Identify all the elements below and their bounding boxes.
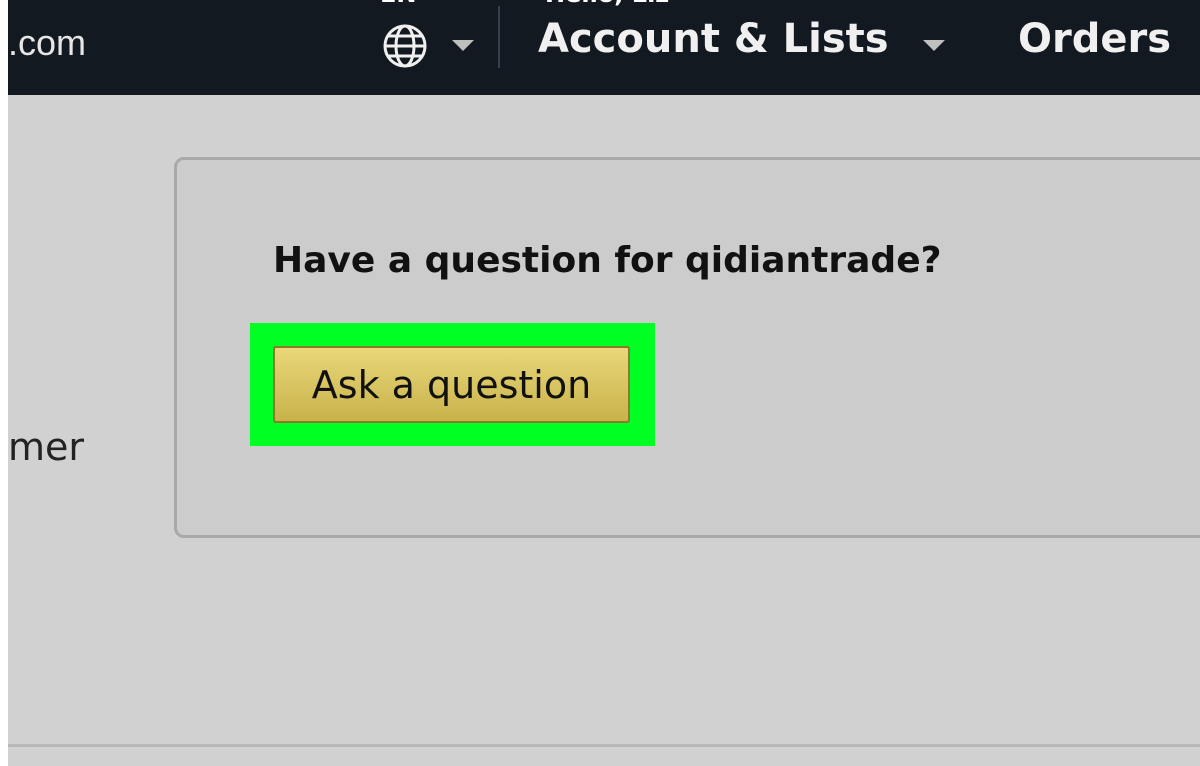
page: EN Hello, Liz .com Account & Lists Order…	[8, 0, 1200, 766]
orders-link[interactable]: Orders	[1018, 16, 1171, 62]
site-domain[interactable]: .com	[8, 22, 86, 64]
ask-question-button[interactable]: Ask a question	[273, 346, 630, 423]
language-code: EN	[380, 0, 416, 8]
language-caret-down-icon[interactable]	[452, 40, 474, 51]
account-caret-down-icon[interactable]	[923, 40, 945, 51]
sidebar-text: mer	[8, 425, 85, 469]
account-lists-link[interactable]: Account & Lists	[538, 16, 889, 62]
top-nav-bar: EN Hello, Liz .com Account & Lists Order…	[8, 0, 1200, 95]
question-heading: Have a question for qidiantrade?	[273, 240, 942, 281]
account-greeting: Hello, Liz	[545, 0, 669, 8]
nav-divider	[498, 6, 500, 68]
globe-icon[interactable]	[382, 23, 428, 69]
divider	[8, 744, 1200, 747]
